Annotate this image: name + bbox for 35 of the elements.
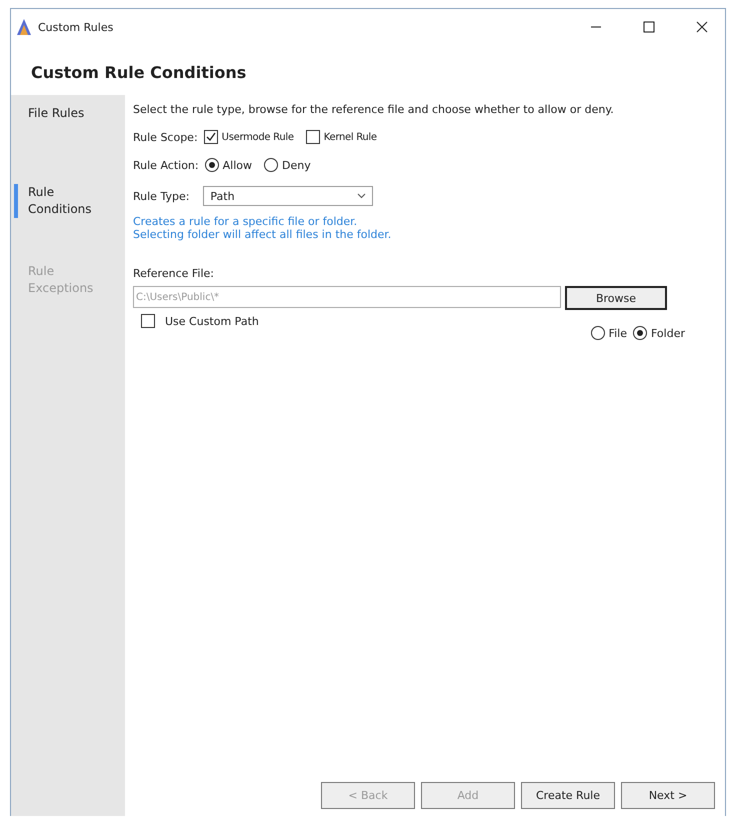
- radio-button[interactable]: [633, 326, 647, 340]
- app-icon: [17, 19, 31, 35]
- reference-file-label: Reference File:: [133, 267, 216, 280]
- rule-action-label: Rule Action:: [133, 158, 199, 172]
- reference-file-field[interactable]: C:\Users\Public\*: [133, 286, 561, 308]
- radio-button[interactable]: [264, 158, 278, 172]
- radio-label: Deny: [282, 158, 311, 172]
- checkbox-label: Usermode Rule: [222, 132, 294, 142]
- radio-label: Folder: [651, 326, 685, 340]
- checkbox[interactable]: [141, 314, 155, 328]
- radio-label: Allow: [222, 158, 252, 172]
- checkmark-icon: [206, 132, 216, 142]
- rule-scope-label: Rule Scope:: [133, 130, 198, 144]
- maximize-icon: [643, 21, 655, 33]
- chevron-down-icon: [357, 193, 366, 199]
- checkbox-label: Use Custom Path: [165, 314, 259, 328]
- hint-text: Creates a rule for a specific file or folder.: [133, 215, 358, 228]
- radio-button[interactable]: [590, 326, 605, 340]
- wizard-button[interactable]: Create Rule: [521, 782, 615, 809]
- sidebar-item[interactable]: File Rules: [28, 105, 118, 139]
- close-icon: [696, 21, 708, 33]
- checkbox[interactable]: [306, 130, 320, 144]
- checkbox[interactable]: [204, 130, 218, 144]
- page-heading: Custom Rule Conditions: [30, 62, 248, 84]
- radio-button[interactable]: [204, 158, 219, 172]
- wizard-button[interactable]: Next >: [621, 782, 715, 809]
- browse-button[interactable]: Browse: [565, 286, 667, 310]
- radio-label: File: [608, 326, 627, 340]
- window-title: Custom Rules: [38, 20, 114, 34]
- description-text: Select the rule type, browse for the reference file and choose whether to allow or deny.: [133, 103, 615, 116]
- checkbox-label: Kernel Rule: [324, 132, 377, 142]
- rule-type-label: Rule Type:: [133, 190, 190, 202]
- sidebar-item[interactable]: Rule Conditions: [28, 184, 118, 218]
- rule-type-dropdown[interactable]: Path: [203, 186, 374, 206]
- hint-text: Selecting folder will affect all files in the folder.: [133, 228, 392, 241]
